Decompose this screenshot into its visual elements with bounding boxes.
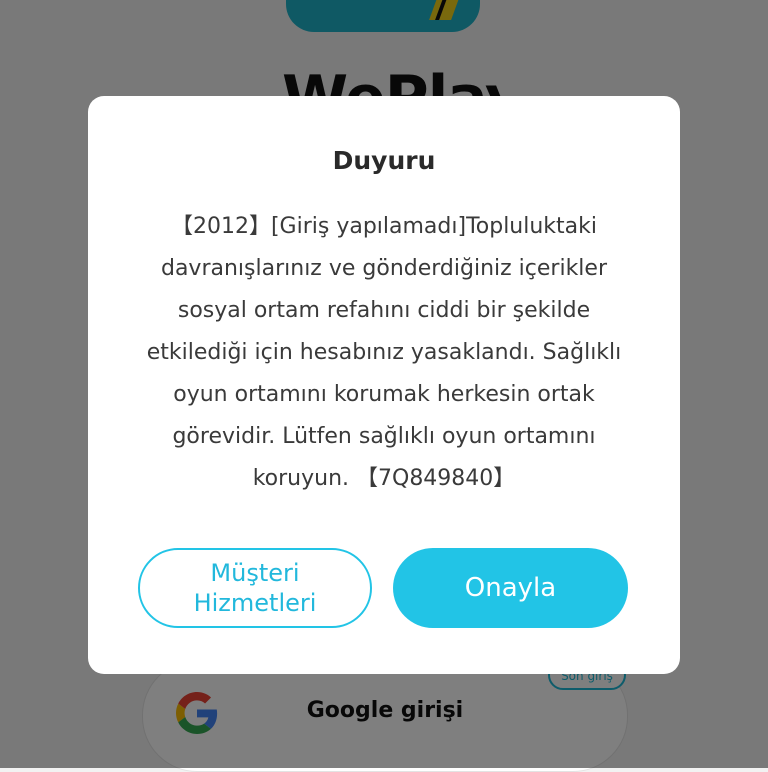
- message-line: oyun ortamını korumak herkesin ortak: [173, 382, 595, 407]
- dialog-title: Duyuru: [332, 146, 436, 175]
- customer-service-button[interactable]: Müşteri Hizmetleri: [138, 548, 372, 628]
- message-line: görevidir. Lütfen sağlıklı oyun ortamını: [172, 424, 596, 449]
- dialog-message: 【2012】[Giriş yapılamadı]Topluluktaki dav…: [118, 206, 650, 500]
- announcement-dialog: Duyuru 【2012】[Giriş yapılamadı]Toplulukt…: [88, 96, 680, 674]
- confirm-button[interactable]: Onayla: [393, 548, 628, 628]
- customer-service-label-line2: Hizmetleri: [193, 589, 317, 617]
- message-line: 【2012】[Giriş yapılamadı]Topluluktaki: [170, 214, 598, 239]
- message-line: etkilediği için hesabınız yasaklandı. Sa…: [146, 340, 622, 365]
- message-line: koruyun. 【7Q849840】: [252, 466, 516, 491]
- customer-service-label-line1: Müşteri: [210, 559, 300, 587]
- message-line: davranışlarınız ve gönderdiğiniz içerikl…: [160, 256, 607, 281]
- message-line: sosyal ortam refahını ciddi bir şekilde: [177, 298, 591, 323]
